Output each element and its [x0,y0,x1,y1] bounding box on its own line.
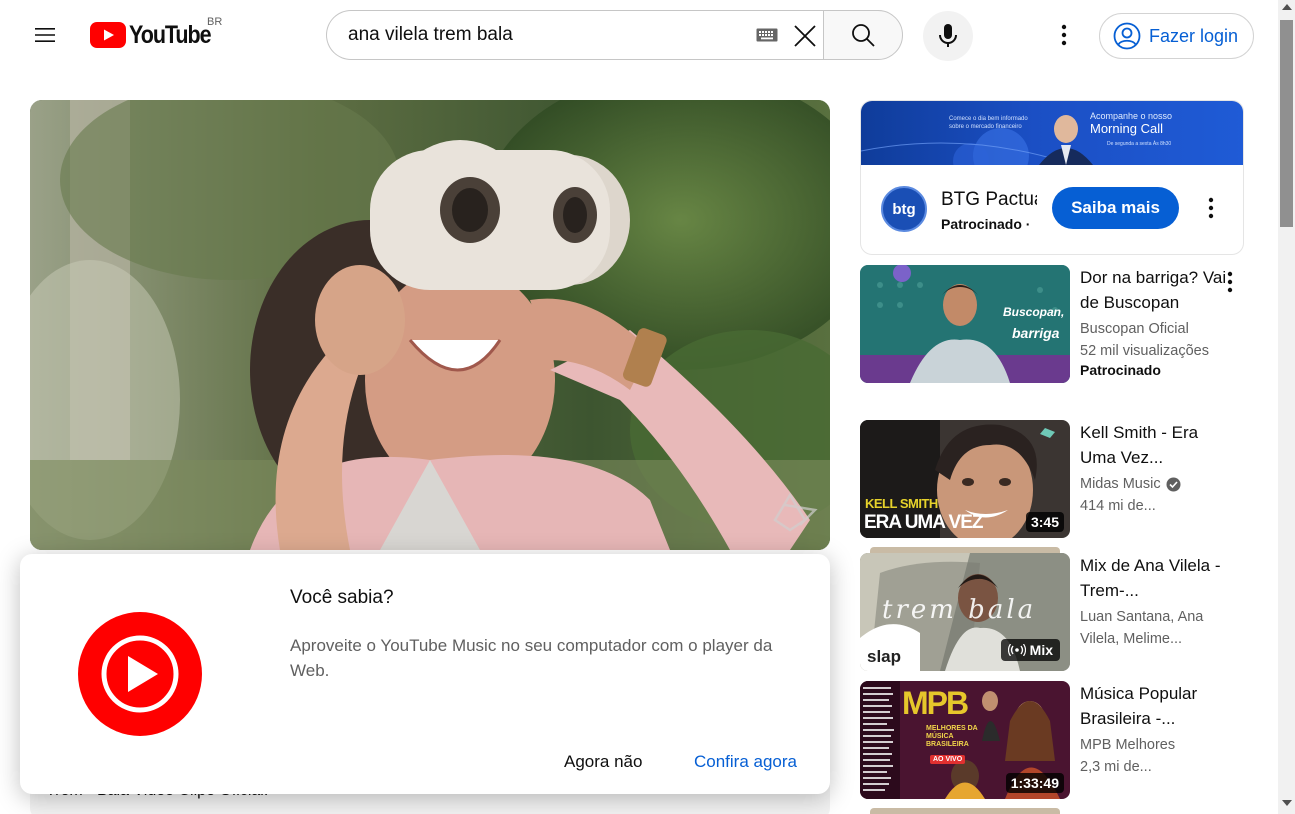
promo-title: Você sabia? [290,587,394,608]
ad-banner-graphics [861,115,1093,165]
ad-banner-heading-small: Acompanhe o nosso [1090,111,1173,121]
settings-more-button[interactable] [1046,17,1082,53]
scroll-up-arrow-icon[interactable] [1282,4,1292,10]
next-thumbnail-edge [870,808,1060,814]
video-info: Dor na barriga? Vai de Buscopan Buscopan… [1080,265,1230,378]
video-info: Música Popular Brasileira -... MPB Melho… [1080,681,1230,778]
sign-in-label: Fazer login [1149,25,1239,46]
scrollbar-thumb[interactable] [1280,20,1293,227]
close-icon [794,25,816,47]
recommended-mix[interactable]: trem bala slap Mix Mix de Ana Vilela - T… [860,547,1244,673]
video-info: Kell Smith - Era Uma Vez... Midas Music … [1080,420,1230,517]
video-title[interactable]: Dor na barriga? Vai de Buscopan [1080,265,1230,315]
channel-name[interactable]: Luan Santana, Ana Vilela, Melime... [1080,606,1230,650]
channel-row: Midas Music [1080,473,1230,495]
search-button[interactable] [823,10,903,60]
promo-body: Aproveite o YouTube Music no seu computa… [290,636,773,680]
youtube-music-icon [78,612,202,736]
video-title[interactable]: Kell Smith - Era Uma Vez... [1080,420,1230,470]
recommended-video-sponsored[interactable]: Buscopan, barriga Dor na barriga? Vai de… [860,265,1244,385]
voice-search-button[interactable] [923,11,973,61]
account-circle-icon [1113,22,1141,50]
video-thumbnail[interactable]: KELL SMITH ERA UMA VEZ 3:45 [860,420,1070,538]
video-player[interactable] [30,100,830,550]
scroll-down-arrow-icon[interactable] [1282,800,1292,806]
sponsored-ad-card[interactable]: Comece o dia bem informado sobre o merca… [860,100,1244,255]
ad-banner-heading: Morning Call [1090,121,1163,136]
video-duration: 3:45 [1025,512,1064,532]
youtube-music-promo-dialog: Você sabia? Aproveite o YouTube Music no… [20,554,830,794]
advertiser-avatar[interactable]: btg [881,186,927,232]
video-frame-image [30,100,830,550]
thumbnail-text: slap [867,647,902,666]
thumbnail-text: Buscopan, [1003,305,1065,319]
video-duration: 1:33:49 [1005,773,1064,793]
youtube-logo[interactable]: YouTube [90,20,224,50]
thumbnail-text: barriga [1012,325,1060,341]
recommended-video[interactable]: KELL SMITH ERA UMA VEZ 3:45 Kell Smith -… [860,420,1244,540]
promo-dismiss-button[interactable]: Agora não [550,747,656,777]
video-thumbnail[interactable]: MPB MELHORES DA MÚSICA BRASILEIRA AO VIV… [860,681,1070,799]
video-title[interactable]: Mix de Ana Vilela - Trem-... [1080,553,1230,603]
more-vertical-icon [1208,197,1214,219]
channel-name[interactable]: Midas Music [1080,473,1161,495]
search-input[interactable] [348,24,748,46]
advertiser-name: BTG Pactual [941,189,1037,210]
video-more-button[interactable] [1218,268,1242,296]
video-info: Mix de Ana Vilela - Trem-... Luan Santan… [1080,553,1230,650]
view-count: 414 mi de... [1080,498,1156,514]
ad-more-button[interactable] [1199,193,1223,223]
guide-menu-button[interactable] [25,15,65,55]
thumbnail-image [860,265,1070,383]
hamburger-menu-icon [35,28,55,42]
video-thumbnail[interactable]: trem bala slap Mix [860,553,1070,671]
channel-name[interactable]: Buscopan Oficial [1080,318,1230,340]
page-scrollbar[interactable] [1278,0,1295,814]
youtube-play-logo-icon [90,22,126,48]
search-icon [852,24,875,47]
recommended-video[interactable]: MPB MELHORES DA MÚSICA BRASILEIRA AO VIV… [860,681,1244,801]
sponsored-label: Patrocinado [1080,362,1161,378]
verified-badge-icon [1166,477,1181,491]
thumbnail-text: trem bala [882,595,1037,625]
keyboard-icon[interactable] [756,28,778,42]
video-title[interactable]: Música Popular Brasileira -... [1080,681,1230,731]
ad-banner-image[interactable]: Comece o dia bem informado sobre o merca… [861,101,1243,165]
ad-banner-schedule: De segunda a sexta Às 8h30 [1107,141,1172,147]
sign-in-button[interactable]: Fazer login [1099,13,1254,59]
ad-cta-button[interactable]: Saiba mais [1052,187,1179,229]
logo-wordmark: YouTube [129,20,212,49]
thumbnail-text: KELL SMITH [865,496,938,511]
radio-waves-icon [1007,644,1026,656]
video-thumbnail[interactable]: Buscopan, barriga [860,265,1070,383]
mix-label: Mix [1029,642,1053,658]
youtube-music-logo [78,612,202,741]
thumbnail-text: AO VIVO [930,755,966,764]
thumbnail-text: ERA UMA VEZ [864,512,983,533]
ad-banner-tagline: Comece o dia bem informado sobre o merca… [949,116,1028,130]
thumbnail-text: MPB [902,685,969,721]
view-count: 2,3 mi de... [1080,759,1152,775]
thumbnail-text: MELHORES DA MÚSICA BRASILEIRA [926,725,978,748]
channel-name[interactable]: MPB Melhores [1080,734,1230,756]
promo-confirm-button[interactable]: Confira agora [680,747,811,777]
masthead: YouTube BR Fazer login [0,0,1278,70]
search-box [326,10,824,60]
more-vertical-icon [1227,271,1233,293]
mix-badge: Mix [1000,639,1060,661]
sponsored-label: Patrocinado · [941,216,1031,232]
microphone-icon [939,24,957,47]
view-count: 52 mil visualizações [1080,343,1209,359]
more-vertical-icon [1061,24,1067,46]
clear-search-button[interactable] [788,19,822,53]
region-code: BR [207,16,223,28]
